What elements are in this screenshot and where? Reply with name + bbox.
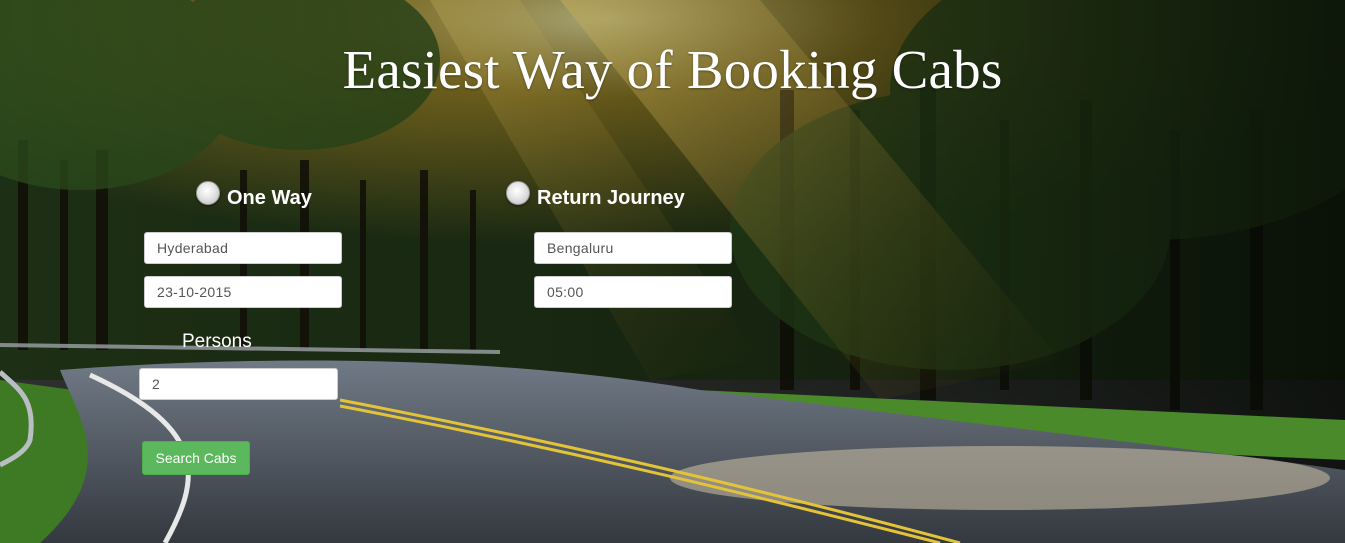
trip-option-return-journey[interactable]: Return Journey <box>506 181 685 210</box>
time-input[interactable]: 05:00 <box>534 276 732 308</box>
page-title: Easiest Way of Booking Cabs <box>342 39 1003 100</box>
persons-input[interactable]: 2 <box>139 368 338 400</box>
date-input[interactable]: 23-10-2015 <box>144 276 342 308</box>
persons-label: Persons <box>182 331 252 352</box>
from-city-input[interactable]: Hyderabad <box>144 232 342 264</box>
return-journey-label: Return Journey <box>537 186 685 209</box>
to-city-input[interactable]: Bengaluru <box>534 232 732 264</box>
trip-option-one-way[interactable]: One Way <box>196 181 312 210</box>
radio-button-icon[interactable] <box>196 181 220 205</box>
search-cabs-button[interactable]: Search Cabs <box>142 441 250 475</box>
radio-button-icon[interactable] <box>506 181 530 205</box>
one-way-label: One Way <box>227 186 312 209</box>
